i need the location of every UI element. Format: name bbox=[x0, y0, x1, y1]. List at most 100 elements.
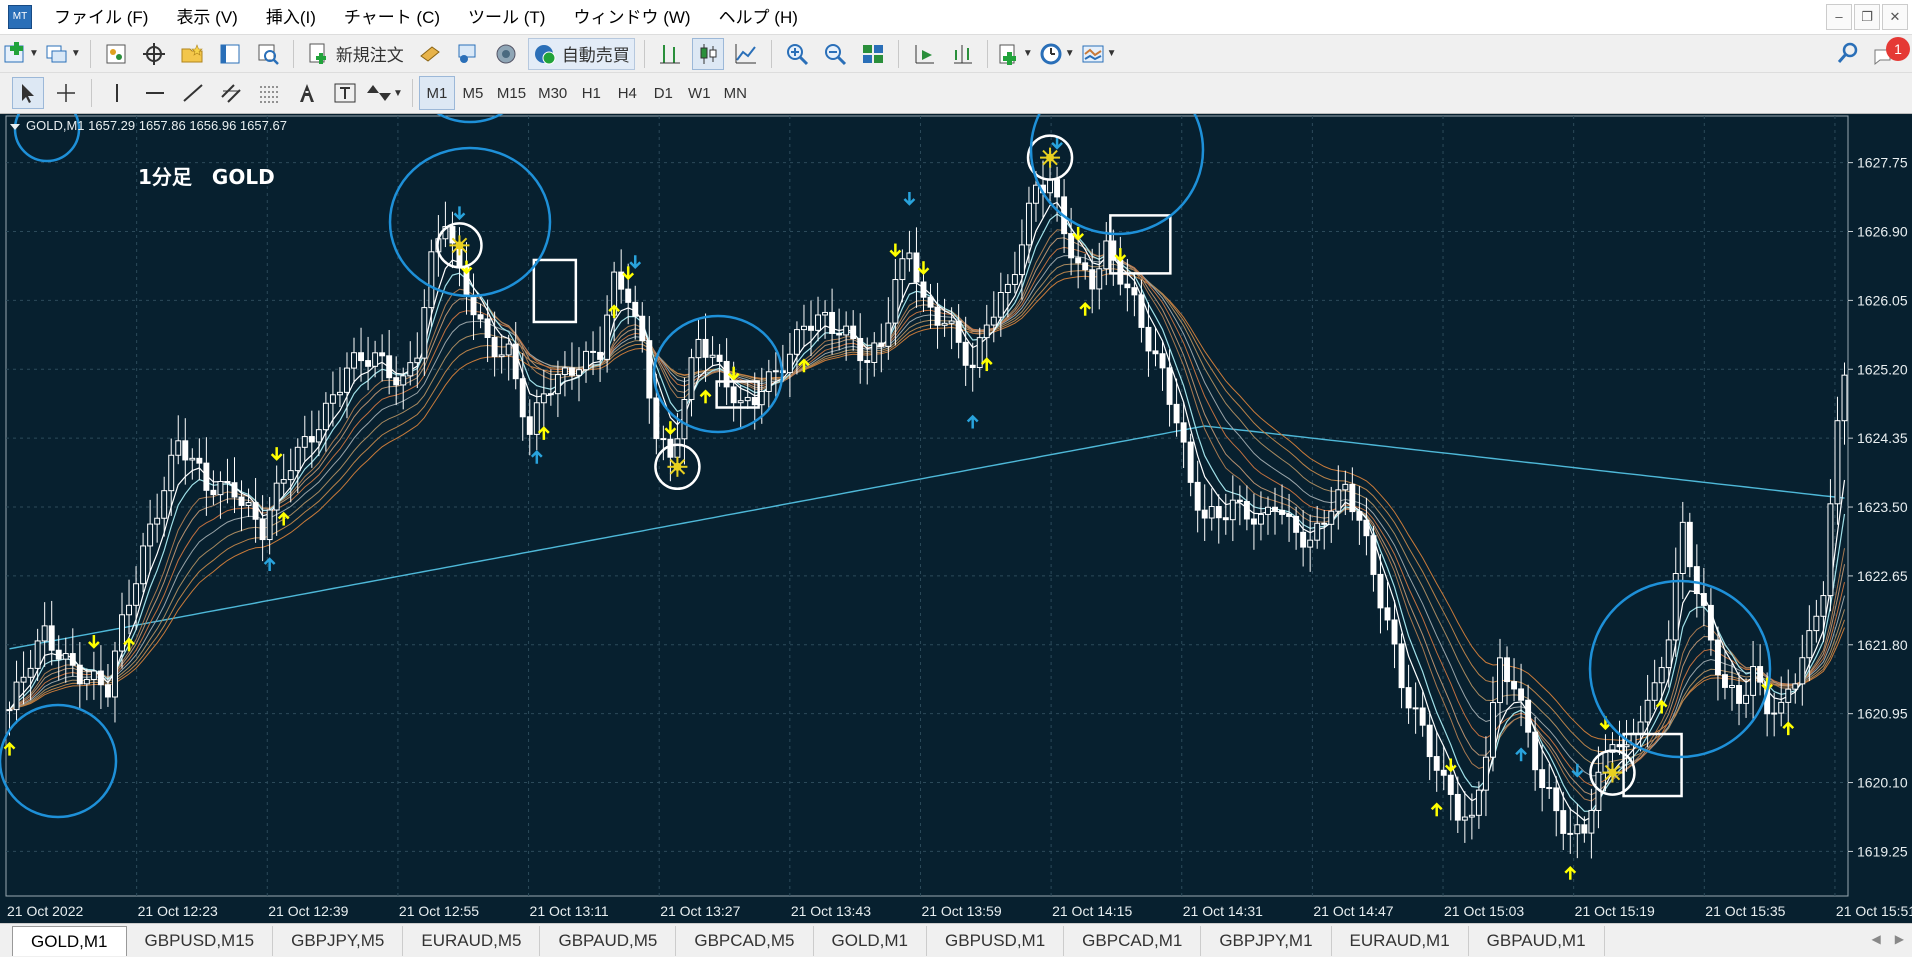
text-label-button[interactable] bbox=[329, 77, 361, 109]
y-tick-label: 1619.25 bbox=[1857, 843, 1908, 859]
signals-button[interactable] bbox=[452, 38, 484, 70]
candle-body bbox=[252, 502, 259, 520]
indicators-button[interactable]: ▼ bbox=[997, 38, 1033, 70]
candle-body bbox=[1433, 756, 1440, 771]
candle-body bbox=[1342, 483, 1349, 491]
tab-gold-m1-2[interactable]: GOLD,M1 bbox=[814, 925, 928, 956]
bar-chart-button[interactable] bbox=[654, 38, 686, 70]
data-window-button[interactable] bbox=[138, 38, 170, 70]
search-icon[interactable] bbox=[1836, 41, 1860, 65]
chevron-down-icon[interactable]: ▼ bbox=[71, 48, 81, 59]
timeframe-m15[interactable]: M15 bbox=[491, 76, 532, 110]
chevron-down-icon[interactable]: ▼ bbox=[29, 48, 39, 59]
timeframe-m5[interactable]: M5 bbox=[455, 76, 491, 110]
candle-body bbox=[990, 316, 997, 326]
chevron-down-icon[interactable]: ▼ bbox=[393, 88, 403, 99]
horizontal-line-button[interactable] bbox=[139, 77, 171, 109]
tab-gold-m1[interactable]: GOLD,M1 bbox=[12, 925, 127, 956]
y-tick-label: 1623.50 bbox=[1857, 499, 1908, 515]
timeframe-h1[interactable]: H1 bbox=[573, 76, 609, 110]
menu-window[interactable]: ウィンドウ (W) bbox=[559, 0, 704, 35]
candle-body bbox=[1707, 604, 1714, 641]
metaeditor-button[interactable] bbox=[414, 38, 446, 70]
candle-body bbox=[203, 462, 210, 491]
profiles-button[interactable]: ▼ bbox=[45, 38, 81, 70]
zoom-in-button[interactable] bbox=[781, 38, 813, 70]
periods-button[interactable]: ▼ bbox=[1039, 38, 1075, 70]
tab-gbpusd-m1[interactable]: GBPUSD,M1 bbox=[927, 925, 1065, 956]
fibonacci-button[interactable] bbox=[253, 77, 285, 109]
tab-gbpcad-m1[interactable]: GBPCAD,M1 bbox=[1064, 925, 1202, 956]
candle-body bbox=[1412, 707, 1419, 710]
mql5-button[interactable] bbox=[490, 38, 522, 70]
tab-gbpaud-m5[interactable]: GBPAUD,M5 bbox=[540, 925, 677, 956]
candle-body bbox=[1426, 724, 1433, 758]
menu-chart[interactable]: チャート (C) bbox=[330, 0, 454, 35]
candle-body bbox=[829, 311, 836, 334]
equidistant-channel-button[interactable] bbox=[215, 77, 247, 109]
strategy-tester-button[interactable] bbox=[252, 38, 284, 70]
timeframe-w1[interactable]: W1 bbox=[681, 76, 717, 110]
timeframe-d1[interactable]: D1 bbox=[645, 76, 681, 110]
candle-body bbox=[1799, 657, 1806, 685]
vertical-line-button[interactable] bbox=[101, 77, 133, 109]
price-chart[interactable]: 1627.75 1626.90 1626.05 1625.20 1624.35 1623.… bbox=[0, 114, 1912, 923]
market-watch-button[interactable] bbox=[100, 38, 132, 70]
magnifier-chart-icon bbox=[258, 44, 279, 65]
chevron-down-icon[interactable]: ▼ bbox=[1065, 48, 1075, 59]
tab-gbpusd-m15[interactable]: GBPUSD,M15 bbox=[127, 925, 274, 956]
restore-icon[interactable]: ❐ bbox=[1854, 4, 1880, 30]
candle-body bbox=[554, 374, 561, 395]
menu-view[interactable]: 表示 (V) bbox=[162, 0, 251, 35]
menu-tools[interactable]: ツール (T) bbox=[454, 0, 559, 35]
terminal-button[interactable] bbox=[214, 38, 246, 70]
messages-button[interactable]: 1 bbox=[1872, 37, 1910, 69]
timeframe-h4[interactable]: H4 bbox=[609, 76, 645, 110]
tab-scroll-right-icon[interactable]: ▶ bbox=[1895, 932, 1904, 946]
tab-gbpjpy-m1[interactable]: GBPJPY,M1 bbox=[1201, 925, 1332, 956]
navigator-button[interactable] bbox=[176, 38, 208, 70]
new-order-label: 新規注文 bbox=[335, 46, 404, 65]
auto-scroll-icon bbox=[915, 44, 934, 63]
menu-file[interactable]: ファイル (F) bbox=[40, 0, 162, 35]
line-chart-button[interactable] bbox=[730, 38, 762, 70]
candle-body bbox=[301, 436, 308, 448]
auto-trading-button[interactable]: 自動売買 bbox=[527, 37, 635, 70]
chart-shift-button[interactable] bbox=[946, 38, 978, 70]
crosshair-button[interactable] bbox=[50, 77, 82, 109]
tab-gbpcad-m5[interactable]: GBPCAD,M5 bbox=[676, 925, 814, 956]
close-icon[interactable]: ✕ bbox=[1882, 4, 1908, 30]
timeframe-mn[interactable]: MN bbox=[717, 76, 753, 110]
new-chart-button[interactable]: ▼ bbox=[3, 38, 39, 70]
menu-insert[interactable]: 挿入(I) bbox=[252, 0, 330, 35]
trendline-button[interactable] bbox=[177, 77, 209, 109]
candle-body bbox=[1560, 810, 1567, 834]
tab-euraud-m5[interactable]: EURAUD,M5 bbox=[403, 925, 541, 956]
minimize-icon[interactable]: – bbox=[1826, 4, 1852, 30]
tile-windows-button[interactable] bbox=[857, 38, 889, 70]
templates-button[interactable]: ▼ bbox=[1081, 38, 1117, 70]
tab-gbpjpy-m5[interactable]: GBPJPY,M5 bbox=[273, 925, 404, 956]
zoom-out-button[interactable] bbox=[819, 38, 851, 70]
new-order-button[interactable]: 新規注文 bbox=[303, 38, 408, 70]
text-button[interactable] bbox=[291, 77, 323, 109]
timeframe-m30[interactable]: M30 bbox=[532, 76, 573, 110]
candle-body bbox=[414, 357, 421, 364]
candle-body bbox=[758, 390, 765, 406]
candle-body bbox=[1553, 787, 1560, 812]
tab-euraud-m1[interactable]: EURAUD,M1 bbox=[1332, 925, 1469, 956]
candle-body bbox=[280, 479, 287, 484]
chevron-down-icon[interactable]: ▼ bbox=[1107, 48, 1117, 59]
timeframe-m1[interactable]: M1 bbox=[418, 76, 455, 110]
chart-window[interactable]: 1627.75 1626.90 1626.05 1625.20 1624.35 1623.… bbox=[0, 114, 1912, 923]
arrows-button[interactable]: ▼ bbox=[367, 77, 403, 109]
horizontal-line-icon bbox=[146, 92, 164, 94]
cursor-button[interactable] bbox=[12, 77, 44, 109]
candlestick-button[interactable] bbox=[691, 37, 724, 70]
chevron-down-icon[interactable]: ▼ bbox=[1023, 48, 1033, 59]
tab-gbpaud-m1[interactable]: GBPAUD,M1 bbox=[1469, 925, 1605, 956]
auto-scroll-button[interactable] bbox=[908, 38, 940, 70]
tab-scroll-left-icon[interactable]: ◀ bbox=[1872, 932, 1881, 946]
menu-help[interactable]: ヘルプ (H) bbox=[705, 0, 812, 35]
candle-body bbox=[1686, 521, 1693, 568]
